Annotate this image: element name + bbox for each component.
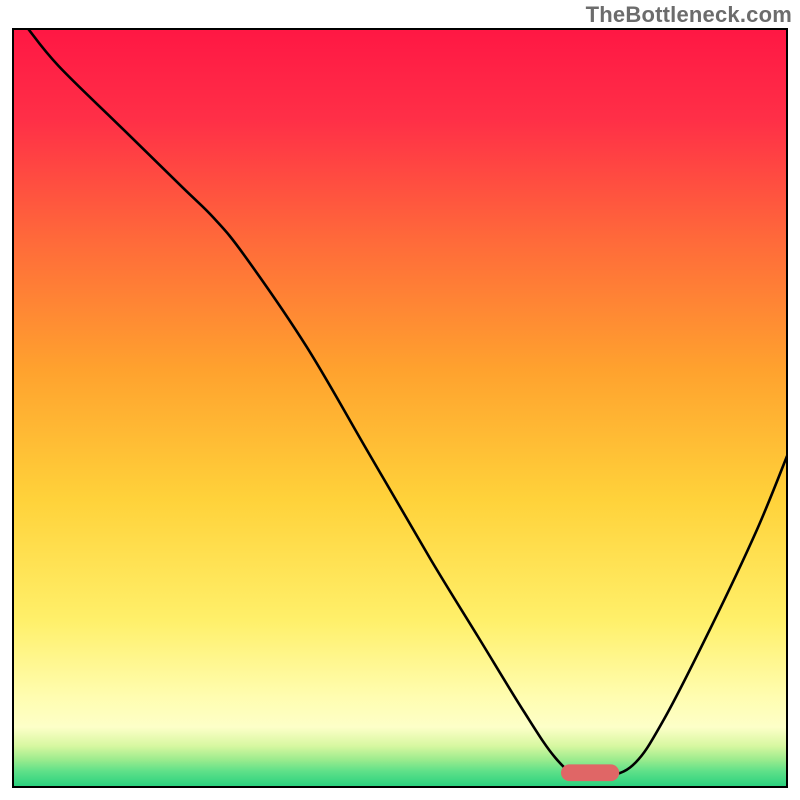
plot-border — [12, 28, 788, 788]
chart-container: TheBottleneck.com — [0, 0, 800, 800]
watermark-text: TheBottleneck.com — [586, 2, 792, 28]
plot-area — [12, 28, 788, 788]
